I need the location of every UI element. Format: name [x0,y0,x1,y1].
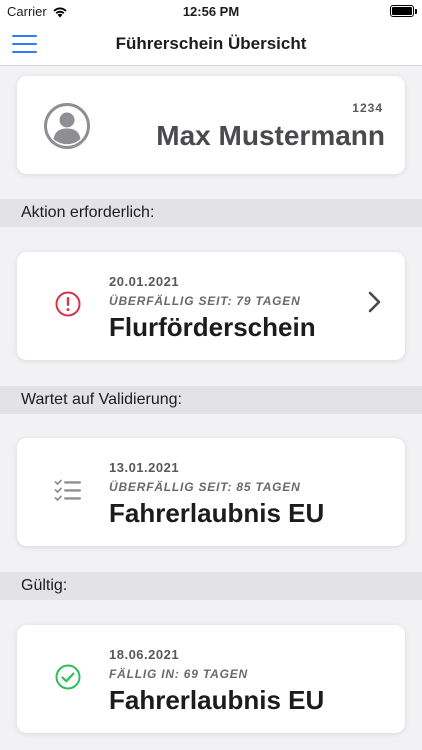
license-name: Fahrerlaubnis EU [109,498,325,528]
license-name: Flurförderschein [109,312,316,342]
section-header-awaiting-validation: Wartet auf Validierung: [0,386,422,414]
license-due-status: FÄLLIG IN: 69 TAGEN [109,667,248,681]
exclamation-circle-icon [55,291,81,317]
personnel-number: 1234 [352,101,383,115]
chevron-right-icon[interactable] [367,290,383,314]
checklist-icon [54,479,81,501]
profile-card: 1234 Max Mustermann [17,76,405,174]
user-name: Max Mustermann [156,120,385,151]
license-card-valid[interactable]: 18.06.2021 FÄLLIG IN: 69 TAGEN Fahrerlau… [17,625,405,733]
battery-icon [390,5,417,17]
license-card-awaiting-validation[interactable]: 13.01.2021 ÜBERFÄLLIG SEIT: 85 TAGEN Fah… [17,438,405,546]
clock: 12:56 PM [182,4,240,19]
license-due-status: ÜBERFÄLLIG SEIT: 79 TAGEN [109,294,301,308]
status-bar: Carrier 12:56 PM [0,0,422,22]
section-header-action-required: Aktion erforderlich: [0,199,422,227]
check-circle-icon [55,664,81,690]
license-date: 18.06.2021 [109,647,180,662]
license-name: Fahrerlaubnis EU [109,685,325,715]
license-due-status: ÜBERFÄLLIG SEIT: 85 TAGEN [109,480,301,494]
page-title: Führerschein Übersicht [115,34,307,53]
section-header-valid: Gültig: [0,572,422,600]
user-avatar-icon [44,103,90,149]
navigation-bar: Führerschein Übersicht [0,22,422,66]
license-date: 13.01.2021 [109,460,180,475]
license-date: 20.01.2021 [109,274,180,289]
license-card-action-required[interactable]: 20.01.2021 ÜBERFÄLLIG SEIT: 79 TAGEN Flu… [17,252,405,360]
